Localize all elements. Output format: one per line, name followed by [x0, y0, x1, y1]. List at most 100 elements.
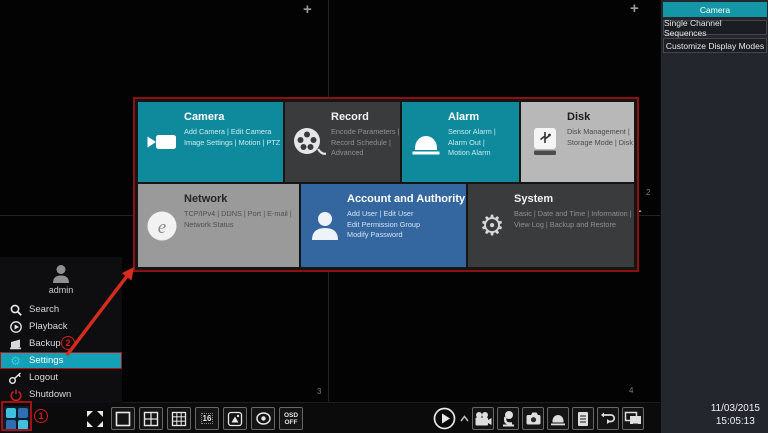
- tile-row-2: e Network TCP/IPv4 | DDNS | Port | E-mai…: [138, 184, 634, 267]
- menu-item-label: Settings: [29, 355, 63, 366]
- search-icon: [9, 304, 22, 316]
- expand-toolbar-button[interactable]: [459, 407, 469, 430]
- customize-display-modes-button[interactable]: Customize Display Modes: [663, 38, 767, 53]
- fullscreen-icon: [85, 409, 105, 429]
- view-16-button[interactable]: 16: [195, 407, 219, 430]
- action-toolbar: [432, 407, 644, 430]
- tile-line: Disk Management |: [567, 127, 630, 138]
- add-camera-button-cell2[interactable]: +: [630, 2, 639, 16]
- settings-tile-network[interactable]: e Network TCP/IPv4 | DDNS | Port | E-mai…: [138, 184, 299, 267]
- username-text: admin: [49, 285, 74, 295]
- tile-row-1: Camera Add Camera | Edit Camera Image Se…: [138, 102, 634, 182]
- fullscreen-button[interactable]: [83, 407, 107, 430]
- tile-line: Basic | Date and Time | Information |: [514, 209, 630, 220]
- screen-mode-toolbar: 16 OSD OFF: [83, 407, 303, 430]
- play-icon: [433, 407, 456, 430]
- view-1-icon: [115, 411, 131, 427]
- user-icon: [307, 210, 343, 242]
- osd-toggle-button[interactable]: OSD OFF: [279, 407, 303, 430]
- talk-button[interactable]: [597, 407, 619, 430]
- tile-line: Alarm Out |: [448, 138, 515, 149]
- ptz-icon: [500, 410, 516, 427]
- snapshot-icon: [525, 411, 542, 426]
- alarm-status-icon: [576, 411, 590, 427]
- alarm-status-button[interactable]: [572, 407, 594, 430]
- tile-title: System: [514, 193, 630, 205]
- display-output-button[interactable]: [622, 407, 644, 430]
- menu-item-label: Search: [29, 304, 59, 315]
- power-icon: [9, 389, 22, 401]
- tile-title: Account and Authority: [347, 193, 462, 205]
- camera-mode-button[interactable]: Camera: [663, 2, 767, 17]
- usb-disk-icon: [527, 127, 563, 157]
- nvr-screen: + + + 2 3 4 Camera Single Channel Sequen…: [0, 0, 768, 433]
- avatar-icon: [52, 264, 70, 284]
- tile-line: Record Schedule |: [331, 138, 396, 149]
- display-output-icon: [624, 411, 642, 426]
- datetime-display: 11/03/2015 15:05:13: [711, 402, 760, 428]
- add-camera-button-cell1[interactable]: +: [303, 3, 312, 17]
- chevron-up-icon: [460, 415, 469, 422]
- user-menu: admin Search Playback Backup ⚙ Settings …: [0, 257, 122, 403]
- tile-line: Image Settings | Motion | PTZ: [184, 138, 279, 149]
- play-button[interactable]: [432, 407, 456, 430]
- channel-number-3: 3: [317, 387, 321, 396]
- dwell-button[interactable]: [223, 407, 247, 430]
- manual-record-icon: [474, 411, 492, 427]
- time-text: 15:05:13: [711, 415, 760, 428]
- tile-title: Disk: [567, 111, 630, 123]
- date-text: 11/03/2015: [711, 402, 760, 415]
- settings-tile-alarm[interactable]: Alarm Sensor Alarm | Alarm Out | Motion …: [402, 102, 519, 182]
- settings-tile-panel: Camera Add Camera | Edit Camera Image Se…: [133, 97, 639, 272]
- bottom-toolbar: 16 OSD OFF: [0, 402, 660, 433]
- view-9-button[interactable]: [167, 407, 191, 430]
- tile-title: Alarm: [448, 111, 515, 123]
- annotation-box-start-button: [1, 401, 32, 431]
- annotation-step-1: 1: [34, 409, 48, 423]
- channel-number-4: 4: [629, 386, 633, 395]
- preview-button[interactable]: [251, 407, 275, 430]
- manual-alarm-icon: [550, 411, 566, 426]
- settings-tile-account[interactable]: Account and Authority Add User | Edit Us…: [301, 184, 466, 267]
- settings-tile-record[interactable]: Record Encode Parameters | Record Schedu…: [285, 102, 400, 182]
- tile-line: Add Camera | Edit Camera: [184, 127, 279, 138]
- osd-off-icon: OSD OFF: [284, 412, 298, 426]
- snapshot-button[interactable]: [522, 407, 544, 430]
- manual-record-button[interactable]: [472, 407, 494, 430]
- tile-line: Add User | Edit User: [347, 209, 462, 220]
- menu-item-settings[interactable]: ⚙ Settings: [0, 352, 122, 369]
- view-9-icon: [171, 411, 187, 427]
- talk-icon: [600, 411, 616, 426]
- settings-tile-disk[interactable]: Disk Disk Management | Storage Mode | Di…: [521, 102, 634, 182]
- single-channel-sequences-button[interactable]: Single Channel Sequences: [663, 20, 767, 35]
- ptz-button[interactable]: [497, 407, 519, 430]
- menu-item-playback[interactable]: Playback: [0, 318, 122, 335]
- settings-tile-system[interactable]: ⚙ System Basic | Date and Time | Informa…: [468, 184, 634, 267]
- film-reel-icon: [291, 126, 327, 158]
- menu-item-logout[interactable]: Logout: [0, 369, 122, 386]
- menu-item-label: Playback: [29, 321, 68, 332]
- tile-line: Network Status: [184, 220, 295, 231]
- view-4-button[interactable]: [139, 407, 163, 430]
- tile-line: Motion Alarm: [448, 148, 515, 159]
- menu-item-search[interactable]: Search: [0, 301, 122, 318]
- video-camera-icon: [144, 133, 180, 152]
- view-1-button[interactable]: [111, 407, 135, 430]
- settings-tile-camera[interactable]: Camera Add Camera | Edit Camera Image Se…: [138, 102, 283, 182]
- menu-item-label: Logout: [29, 372, 58, 383]
- manual-alarm-button[interactable]: [547, 407, 569, 430]
- tile-line: Advanced: [331, 148, 396, 159]
- backup-disk-icon: [9, 338, 22, 350]
- tile-title: Record: [331, 111, 396, 123]
- menu-item-label: Shutdown: [29, 389, 71, 400]
- preview-eye-icon: [255, 411, 272, 426]
- tile-title: Camera: [184, 111, 279, 123]
- menu-item-label: Backup: [29, 338, 61, 349]
- svg-text:e: e: [158, 217, 166, 238]
- gear-icon: ⚙: [474, 212, 510, 240]
- tile-line: Storage Mode | Disk: [567, 138, 630, 149]
- tile-line: Modify Password: [347, 230, 462, 241]
- tile-line: Sensor Alarm |: [448, 127, 515, 138]
- view-16-icon: 16: [201, 413, 214, 424]
- channel-number-2: 2: [646, 188, 650, 197]
